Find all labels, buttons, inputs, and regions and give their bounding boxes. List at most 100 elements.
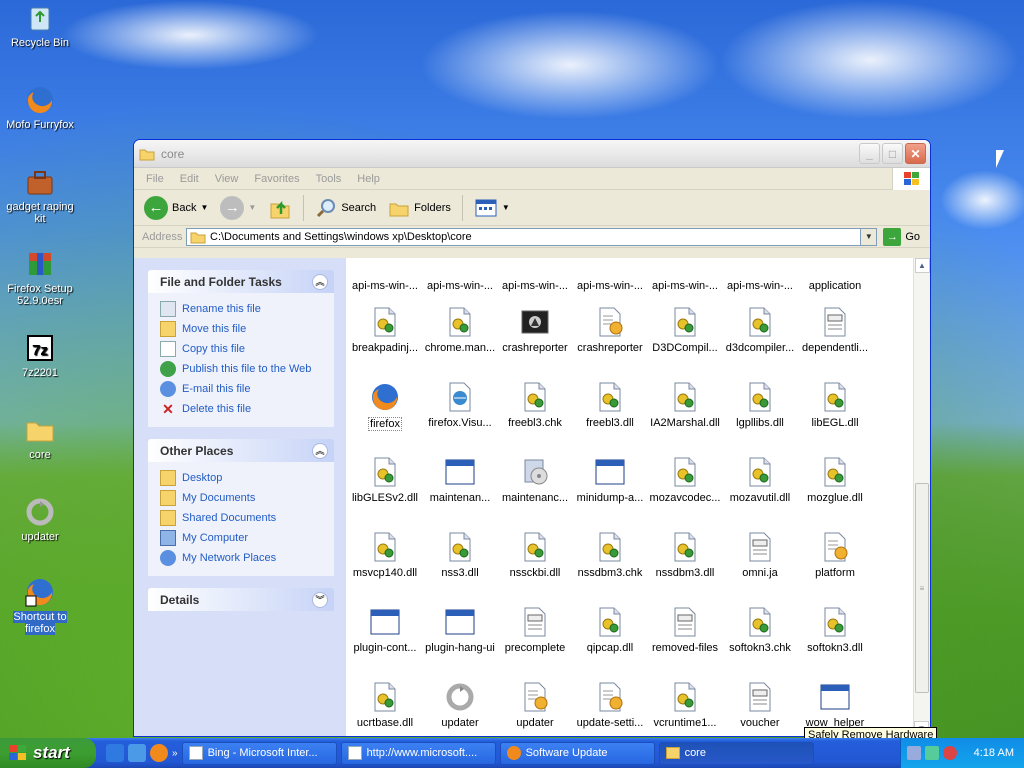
chevron-down-icon[interactable]: ▼ (248, 203, 256, 212)
task-email[interactable]: E-mail this file (160, 379, 334, 399)
file-item[interactable]: updater (499, 681, 571, 729)
file-item[interactable]: nssdbm3.chk (574, 531, 646, 579)
file-item[interactable]: softokn3.dll (799, 606, 871, 654)
place-shared-documents[interactable]: Shared Documents (160, 508, 334, 528)
file-item[interactable]: removed-files (649, 606, 721, 654)
panel-header[interactable]: Other Places ︽ (148, 439, 334, 462)
desktop-icon-7z2201[interactable]: 7z 7z2201 (0, 332, 80, 379)
file-item[interactable]: softokn3.chk (724, 606, 796, 654)
expand-icon[interactable]: ︾ (312, 591, 328, 608)
file-item[interactable]: mozavutil.dll (724, 456, 796, 504)
desktop-icon-shortcut-firefox[interactable]: Shortcut to firefox (0, 576, 80, 635)
file-item[interactable]: crashreporter (574, 306, 646, 354)
file-item[interactable]: IA2Marshal.dll (649, 381, 721, 429)
file-item[interactable]: mozavcodec... (649, 456, 721, 504)
forward-button[interactable]: → ▼ (216, 193, 260, 223)
task-core[interactable]: core (658, 741, 814, 765)
scroll-up-button[interactable]: ▲ (914, 258, 930, 273)
title-bar[interactable]: core _ □ ✕ (134, 140, 930, 168)
file-item[interactable]: omni.ja (724, 531, 796, 579)
place-desktop[interactable]: Desktop (160, 468, 334, 488)
place-my-network-places[interactable]: My Network Places (160, 548, 334, 568)
desktop-icon-mofo-furryfox[interactable]: Mofo Furryfox (0, 84, 80, 131)
file-item[interactable]: D3DCompil... (649, 306, 721, 354)
task-move[interactable]: Move this file (160, 319, 334, 339)
file-item[interactable]: application (799, 258, 871, 292)
folders-button[interactable]: Folders (384, 193, 455, 223)
panel-header[interactable]: File and Folder Tasks ︽ (148, 270, 334, 293)
place-my-documents[interactable]: My Documents (160, 488, 334, 508)
vertical-scrollbar[interactable]: ▲ ≡ ▼ (913, 258, 930, 736)
menu-help[interactable]: Help (349, 173, 388, 185)
file-item[interactable]: maintenanc... (499, 456, 571, 504)
file-item[interactable]: api-ms-win-... (349, 258, 421, 292)
collapse-icon[interactable]: ︽ (312, 442, 328, 459)
task-bing[interactable]: Bing - Microsoft Inter... (181, 741, 337, 765)
menu-edit[interactable]: Edit (172, 173, 207, 185)
file-item[interactable]: freebl3.chk (499, 381, 571, 429)
security-tray-icon[interactable] (943, 746, 957, 760)
desktop-icon-recycle-bin[interactable]: Recycle Bin (0, 2, 80, 49)
task-delete[interactable]: ✕ Delete this file (160, 399, 334, 419)
menu-favorites[interactable]: Favorites (246, 173, 307, 185)
file-item[interactable]: api-ms-win-... (649, 258, 721, 292)
safely-remove-hardware-icon[interactable] (907, 746, 921, 760)
file-item[interactable]: updater (424, 681, 496, 729)
chevron-down-icon[interactable]: ▼ (200, 203, 208, 212)
file-item[interactable]: api-ms-win-... (499, 258, 571, 292)
close-button[interactable]: ✕ (905, 143, 926, 164)
quick-launch-more-icon[interactable]: » (172, 748, 178, 759)
file-item[interactable]: crashreporter (499, 306, 571, 354)
file-item[interactable]: api-ms-win-... (574, 258, 646, 292)
file-item[interactable]: dependentli... (799, 306, 871, 354)
desktop-icon-core-folder[interactable]: core (0, 414, 80, 461)
media-player-icon[interactable] (150, 744, 168, 762)
file-item[interactable]: breakpadinj... (349, 306, 421, 354)
address-input[interactable]: C:\Documents and Settings\windows xp\Des… (186, 227, 862, 246)
desktop-icon-gadget-kit[interactable]: gadget raping kit (0, 166, 80, 225)
file-item[interactable]: ucrtbase.dll (349, 681, 421, 729)
file-item[interactable]: nssdbm3.dll (649, 531, 721, 579)
menu-view[interactable]: View (207, 173, 247, 185)
file-item[interactable]: platform (799, 531, 871, 579)
file-item[interactable]: mozglue.dll (799, 456, 871, 504)
up-folder-button[interactable] (264, 193, 296, 223)
panel-header[interactable]: Details ︾ (148, 588, 334, 611)
address-dropdown-button[interactable]: ▼ (861, 227, 878, 246)
task-copy[interactable]: Copy this file (160, 339, 334, 359)
show-desktop-icon[interactable] (128, 744, 146, 762)
file-item[interactable]: plugin-hang-ui (424, 606, 496, 654)
task-publish[interactable]: Publish this file to the Web (160, 359, 334, 379)
task-microsoft[interactable]: http://www.microsoft.... (340, 741, 496, 765)
file-item[interactable]: vcruntime1... (649, 681, 721, 729)
menu-file[interactable]: File (138, 173, 172, 185)
network-tray-icon[interactable] (925, 746, 939, 760)
file-item[interactable]: plugin-cont... (349, 606, 421, 654)
file-item[interactable]: nss3.dll (424, 531, 496, 579)
file-item[interactable]: libGLESv2.dll (349, 456, 421, 504)
minimize-button[interactable]: _ (859, 143, 880, 164)
views-button[interactable]: ▼ (470, 193, 514, 223)
task-software-update[interactable]: Software Update (499, 741, 655, 765)
file-item[interactable]: voucher (724, 681, 796, 729)
file-item[interactable]: precomplete (499, 606, 571, 654)
task-rename[interactable]: Rename this file (160, 299, 334, 319)
file-item[interactable]: api-ms-win-... (424, 258, 496, 292)
file-item[interactable]: firefox.Visu... (424, 381, 496, 429)
file-item[interactable]: wow_helper (799, 681, 871, 729)
collapse-icon[interactable]: ︽ (312, 273, 328, 290)
maximize-button[interactable]: □ (882, 143, 903, 164)
file-item[interactable]: freebl3.dll (574, 381, 646, 429)
file-item[interactable]: update-setti... (574, 681, 646, 729)
file-item[interactable]: chrome.man... (424, 306, 496, 354)
file-item[interactable]: libEGL.dll (799, 381, 871, 429)
file-item[interactable]: msvcp140.dll (349, 531, 421, 579)
file-item[interactable]: d3dcompiler... (724, 306, 796, 354)
file-item[interactable]: minidump-a... (574, 456, 646, 504)
file-item[interactable]: firefox (349, 381, 421, 434)
start-button[interactable]: start (0, 738, 96, 768)
file-item[interactable]: api-ms-win-... (724, 258, 796, 292)
scroll-thumb[interactable]: ≡ (915, 483, 929, 693)
file-item[interactable]: nssckbi.dll (499, 531, 571, 579)
go-button[interactable]: → Go (877, 227, 926, 246)
